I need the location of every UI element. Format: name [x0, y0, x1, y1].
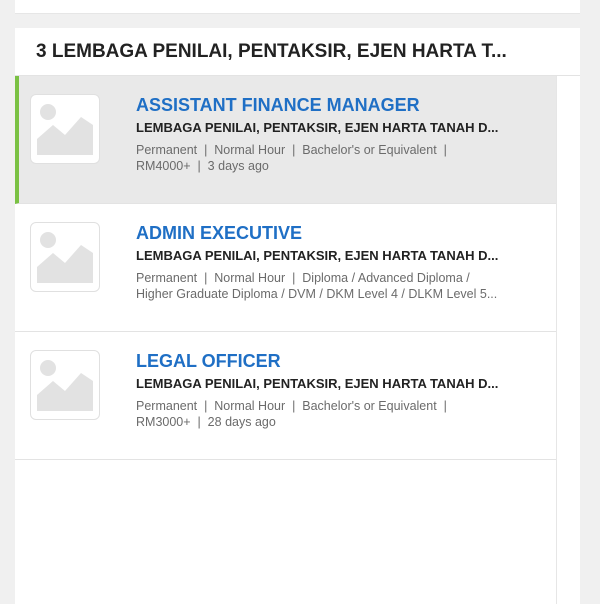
job-meta-line: RM3000+ | 28 days ago	[136, 415, 276, 429]
job-card-assistant-finance-manager[interactable]: ASSISTANT FINANCE MANAGER LEMBAGA PENILA…	[15, 76, 556, 204]
detail-column	[557, 76, 580, 604]
job-card-legal-officer[interactable]: LEGAL OFFICER LEMBAGA PENILAI, PENTAKSIR…	[15, 332, 556, 460]
job-title-link[interactable]: LEGAL OFFICER	[136, 350, 546, 372]
job-meta-line: Permanent | Normal Hour | Bachelor's or …	[136, 399, 447, 413]
job-info: LEGAL OFFICER LEMBAGA PENILAI, PENTAKSIR…	[136, 350, 546, 430]
job-meta-line: RM4000+ | 3 days ago	[136, 159, 269, 173]
job-meta: Permanent | Normal Hour | Bachelor's or …	[136, 398, 546, 430]
job-info: ASSISTANT FINANCE MANAGER LEMBAGA PENILA…	[136, 94, 546, 174]
job-title-link[interactable]: ADMIN EXECUTIVE	[136, 222, 546, 244]
company-name: LEMBAGA PENILAI, PENTAKSIR, EJEN HARTA T…	[136, 376, 499, 391]
company-jobs-panel: 3 LEMBAGA PENILAI, PENTAKSIR, EJEN HARTA…	[15, 28, 580, 604]
panel-header: 3 LEMBAGA PENILAI, PENTAKSIR, EJEN HARTA…	[15, 28, 580, 76]
page-title: 3 LEMBAGA PENILAI, PENTAKSIR, EJEN HARTA…	[36, 40, 507, 62]
image-placeholder-icon	[37, 360, 93, 411]
job-info: ADMIN EXECUTIVE LEMBAGA PENILAI, PENTAKS…	[136, 222, 546, 302]
job-card-admin-executive[interactable]: ADMIN EXECUTIVE LEMBAGA PENILAI, PENTAKS…	[15, 204, 556, 332]
image-placeholder-icon	[37, 104, 93, 155]
company-name: LEMBAGA PENILAI, PENTAKSIR, EJEN HARTA T…	[136, 120, 499, 135]
job-meta-line: Higher Graduate Diploma / DVM / DKM Leve…	[136, 287, 498, 301]
job-meta: Permanent | Normal Hour | Diploma / Adva…	[136, 270, 546, 302]
company-logo	[30, 94, 100, 164]
top-strip	[15, 0, 580, 14]
company-logo	[30, 222, 100, 292]
company-logo	[30, 350, 100, 420]
job-meta: Permanent | Normal Hour | Bachelor's or …	[136, 142, 546, 174]
company-name: LEMBAGA PENILAI, PENTAKSIR, EJEN HARTA T…	[136, 248, 499, 263]
job-list: ASSISTANT FINANCE MANAGER LEMBAGA PENILA…	[15, 76, 557, 604]
job-meta-line: Permanent | Normal Hour | Diploma / Adva…	[136, 271, 470, 285]
job-title-link[interactable]: ASSISTANT FINANCE MANAGER	[136, 94, 546, 116]
image-placeholder-icon	[37, 232, 93, 283]
job-meta-line: Permanent | Normal Hour | Bachelor's or …	[136, 143, 447, 157]
